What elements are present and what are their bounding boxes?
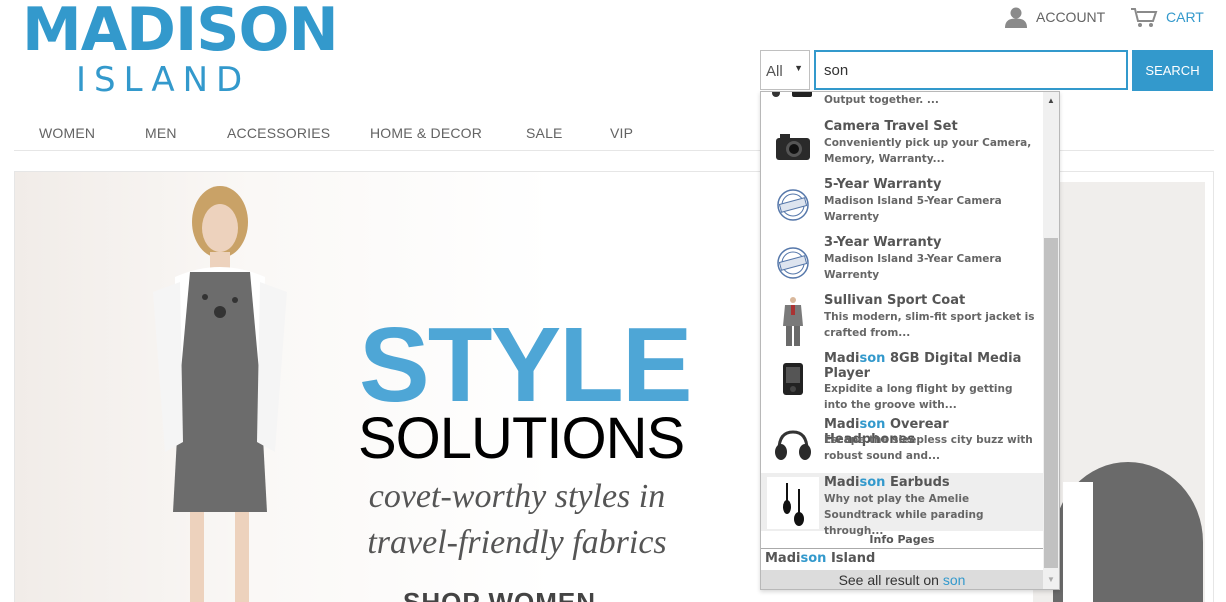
nav-item-sale[interactable]: SALE <box>526 125 563 141</box>
result-name: 5-Year Warranty <box>824 177 942 192</box>
headphones-icon <box>767 92 819 102</box>
account-link[interactable]: ACCOUNT <box>1004 6 1105 28</box>
media-player-icon <box>767 353 819 405</box>
model-image <box>153 186 287 602</box>
banner-tagline: covet-worthy styles in travel-friendly f… <box>337 474 697 566</box>
account-label: ACCOUNT <box>1036 9 1106 25</box>
search-button[interactable]: SEARCH <box>1132 50 1213 91</box>
result-description: This modern, slim-fit sport jacket is cr… <box>824 311 1035 339</box>
autocomplete-result[interactable]: 5-Year Warranty Madison Island 5-Year Ca… <box>761 175 1043 233</box>
autocomplete-result[interactable]: Madison 8GB Digital Media Player Expidit… <box>761 349 1043 411</box>
scroll-up-arrow-icon[interactable]: ▲ <box>1043 92 1059 110</box>
result-description: Expidite a long flight by getting into t… <box>824 383 1013 411</box>
camera-icon <box>767 121 819 173</box>
logo-text-island: ISLAND <box>76 60 251 100</box>
logo-text-madison: MADISON <box>22 0 339 65</box>
autocomplete-result-highlighted[interactable]: Madison Earbuds Why not play the Amelie … <box>761 473 1043 537</box>
result-description: Madison Island 5-Year Camera Warrenty <box>824 195 1002 223</box>
suit-icon <box>767 295 819 347</box>
banner-tagline-line2: travel-friendly fabrics <box>367 524 667 561</box>
search-category-value: All <box>766 63 783 80</box>
see-all-results-link[interactable]: See all result on son <box>761 570 1043 589</box>
result-description: Output together. ... <box>824 94 939 106</box>
nav-item-home-decor[interactable]: HOME & DECOR <box>370 125 482 141</box>
user-icon <box>1005 7 1027 28</box>
result-name: 3-Year Warranty <box>824 235 942 250</box>
banner-tagline-line1: covet-worthy styles in <box>368 478 666 515</box>
search-category-select[interactable]: All ▼ <box>760 50 810 90</box>
result-description: Madison Island 3-Year Camera Warrenty <box>824 253 1002 281</box>
headphones-icon <box>767 419 819 471</box>
warranty-stamp-icon <box>767 237 819 289</box>
nav-item-men[interactable]: MEN <box>145 125 177 141</box>
autocomplete-result[interactable]: Camera Travel Set Conveniently pick up y… <box>761 117 1043 175</box>
banner-title: STYLE <box>359 306 693 424</box>
nav-item-vip[interactable]: VIP <box>610 125 633 141</box>
result-description: Escape the sleepless city buzz with robu… <box>824 434 1033 462</box>
autocomplete-result[interactable]: Output together. ... <box>761 92 1043 110</box>
site-logo[interactable]: MADISON ISLAND <box>22 0 339 100</box>
earbuds-icon <box>767 477 819 529</box>
info-page-item[interactable]: Madison Island <box>765 551 875 566</box>
banner-subtitle: SOLUTIONS <box>358 406 685 471</box>
search-input[interactable] <box>814 50 1128 90</box>
search-autocomplete: Output together. ... Camera Travel Set C… <box>760 91 1060 590</box>
warranty-stamp-icon <box>767 179 819 231</box>
result-description: Conveniently pick up your Camera, Memory… <box>824 137 1032 165</box>
scroll-down-arrow-icon[interactable]: ▼ <box>1043 571 1059 589</box>
autocomplete-result[interactable]: 3-Year Warranty Madison Island 3-Year Ca… <box>761 233 1043 291</box>
result-name: Madison 8GB Digital Media Player <box>824 351 1022 381</box>
chevron-down-icon: ▼ <box>794 63 803 73</box>
cart-label: CART <box>1166 9 1204 25</box>
nav-item-accessories[interactable]: ACCESSORIES <box>227 125 330 141</box>
autocomplete-result[interactable]: Sullivan Sport Coat This modern, slim-fi… <box>761 291 1043 349</box>
info-pages-header: Info Pages <box>761 531 1043 549</box>
result-name: Madison Earbuds <box>824 475 950 490</box>
dropdown-scrollbar[interactable]: ▲ ▼ <box>1043 92 1059 589</box>
scrollbar-thumb[interactable] <box>1044 238 1058 568</box>
cart-link[interactable]: CART <box>1130 6 1204 28</box>
shop-women-link[interactable]: SHOP WOMEN <box>403 587 596 602</box>
cart-icon <box>1131 8 1158 27</box>
autocomplete-result[interactable]: Madison Overear Headphones Escape the sl… <box>761 415 1043 473</box>
result-name: Camera Travel Set <box>824 119 958 134</box>
nav-item-women[interactable]: WOMEN <box>39 125 95 141</box>
collar-shape <box>1063 482 1093 602</box>
result-name: Sullivan Sport Coat <box>824 293 966 308</box>
